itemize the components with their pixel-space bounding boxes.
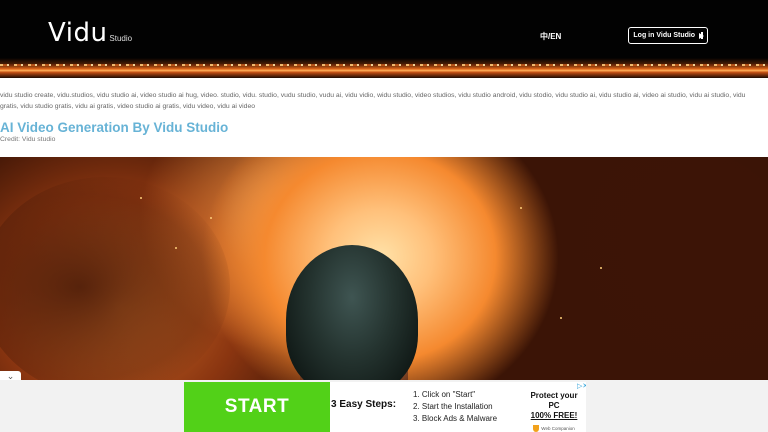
ad-banner[interactable]: START 3 Easy Steps: 1. Click on "Start" …: [184, 382, 586, 432]
ad-steps-title: 3 Easy Steps:: [331, 399, 397, 410]
ad-step: 2. Start the Installation: [413, 402, 493, 411]
shield-icon: [533, 425, 540, 432]
ad-headline: Protect your PC: [530, 391, 578, 410]
play-icon: [699, 32, 705, 39]
spark: [210, 217, 212, 219]
logo-text: Vidu: [48, 18, 108, 48]
ad-start-button[interactable]: START: [184, 382, 330, 432]
site-header: Vidu Studio 中/EN Log in Vidu Studio: [0, 0, 768, 78]
adchoices-icon[interactable]: ▷✕: [577, 382, 586, 390]
logo-subtext: Studio: [109, 34, 133, 43]
login-button[interactable]: Log in Vidu Studio: [628, 27, 708, 44]
smoke-right: [560, 157, 768, 380]
ad-step: 3. Block Ads & Malware: [413, 414, 498, 423]
spark: [600, 267, 602, 269]
language-toggle[interactable]: 中/EN: [540, 31, 561, 42]
spark: [175, 247, 177, 249]
person-head: [286, 245, 418, 380]
login-button-label: Log in Vidu Studio: [633, 32, 696, 39]
ad-subline: 100% FREE!: [530, 411, 578, 420]
ad-step: 1. Click on "Start": [413, 390, 476, 399]
ad-offer: Protect your PC 100% FREE! Web Companion: [524, 391, 584, 432]
ad-steps-list: 1. Click on "Start" 2. Start the Install…: [413, 389, 497, 425]
video-player[interactable]: [0, 157, 768, 380]
spark: [140, 197, 142, 199]
header-fire-banner: [0, 58, 768, 78]
smoke-left: [0, 177, 230, 380]
keyword-tags: vidu studio create, vidu.studios, vidu s…: [0, 92, 746, 110]
site-logo[interactable]: Vidu Studio: [48, 18, 132, 48]
credit-text: Credit: Vidu studio: [0, 136, 56, 143]
spark: [560, 317, 562, 319]
ad-brand: Web Companion: [524, 425, 584, 432]
ad-brand-label: Web Companion: [541, 426, 575, 431]
spark: [520, 207, 522, 209]
page-title: AI Video Generation By Vidu Studio: [0, 120, 229, 135]
